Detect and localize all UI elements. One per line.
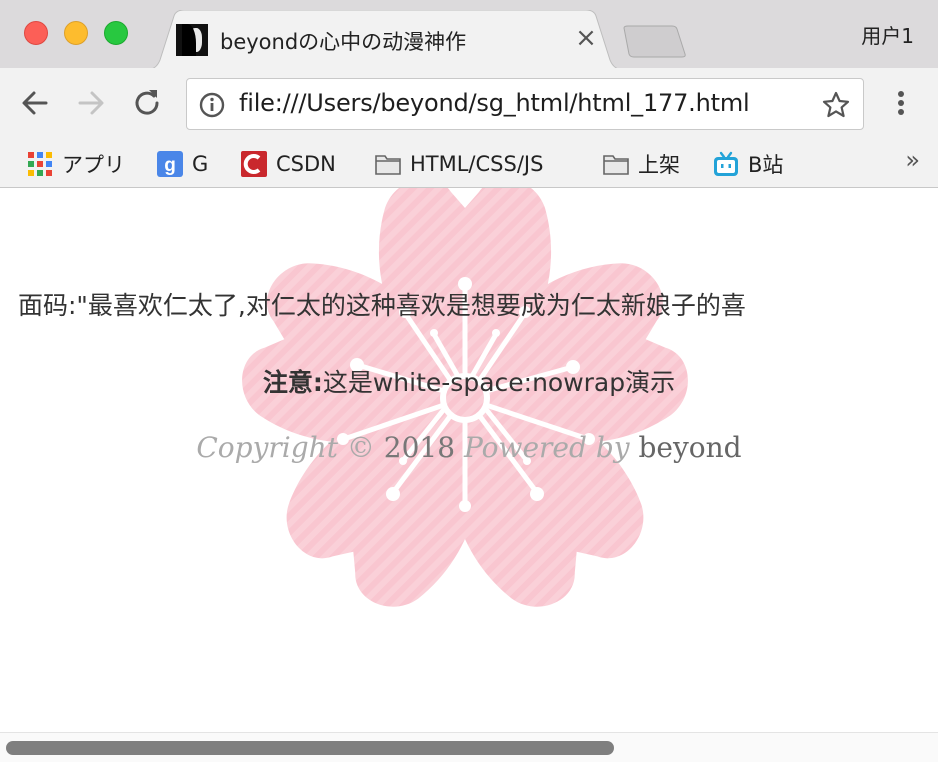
copyright-year: 2018 xyxy=(383,431,456,464)
bookmark-folder-html[interactable]: HTML/CSS/JS xyxy=(374,146,543,182)
tab-title: beyondの心中の动漫神作 xyxy=(220,30,467,54)
title-bar: beyondの心中の动漫神作 × 用户1 xyxy=(0,0,938,70)
note-line: 注意:这是white-space:nowrap演示 xyxy=(0,363,938,399)
window-zoom-button[interactable] xyxy=(104,21,128,45)
horizontal-scrollbar[interactable] xyxy=(0,732,938,762)
bookmark-csdn[interactable]: CSDN xyxy=(240,146,336,182)
copyright-prefix: Copyright © xyxy=(196,431,375,464)
page-content: 面码:"最喜欢仁太了,对仁太的这种喜欢是想要成为仁太新娘子的喜 注意:这是whi… xyxy=(0,188,938,732)
author-name: beyond xyxy=(638,431,742,464)
bookmark-apps[interactable]: アプリ xyxy=(26,146,125,182)
scrollbar-thumb[interactable] xyxy=(6,741,614,755)
apps-grid-icon xyxy=(28,152,52,176)
bookmarks-overflow-icon[interactable]: » xyxy=(905,146,920,174)
new-tab-button[interactable] xyxy=(622,24,686,58)
bookmark-label: 上架 xyxy=(638,153,680,177)
page-info-icon[interactable] xyxy=(199,92,225,118)
bookmark-label: B站 xyxy=(748,153,784,177)
copyright-line: Copyright © 2018 Powered by beyond xyxy=(0,431,938,464)
bookmark-star-icon[interactable] xyxy=(821,90,851,120)
svg-text:g: g xyxy=(164,155,176,176)
note-label: 注意: xyxy=(262,368,323,397)
google-search-icon: g xyxy=(157,151,183,177)
forward-arrow-icon[interactable] xyxy=(74,86,108,120)
bookmark-bilibili[interactable]: B站 xyxy=(712,146,783,182)
tab-favicon-icon xyxy=(176,24,208,56)
folder-icon xyxy=(375,155,401,175)
csdn-icon xyxy=(241,151,267,177)
folder-icon xyxy=(603,155,629,175)
powered-by-text: Powered by xyxy=(463,431,630,464)
url-text[interactable]: file:///Users/beyond/sg_html/html_177.ht… xyxy=(239,89,750,117)
bilibili-icon xyxy=(714,151,738,176)
window-minimize-button[interactable] xyxy=(64,21,88,45)
browser-toolbar: file:///Users/beyond/sg_html/html_177.ht… xyxy=(0,68,938,140)
kebab-menu-icon[interactable] xyxy=(886,86,916,120)
tab-active[interactable]: beyondの心中の动漫神作 × xyxy=(146,10,624,70)
profile-name[interactable]: 用户1 xyxy=(861,20,914,49)
tab-close-icon[interactable]: × xyxy=(574,24,598,52)
bookmark-folder-publish[interactable]: 上架 xyxy=(602,146,680,182)
bookmark-label: HTML/CSS/JS xyxy=(410,152,544,176)
bookmark-google[interactable]: g G xyxy=(156,146,208,182)
back-arrow-icon[interactable] xyxy=(18,86,52,120)
bookmarks-bar: アプリ g G CSDN HTML/CSS/JS 上架 B站 » xyxy=(0,140,938,188)
window-close-button[interactable] xyxy=(24,21,48,45)
bookmark-label: CSDN xyxy=(276,152,336,176)
quote-text: 面码:"最喜欢仁太了,对仁太的这种喜欢是想要成为仁太新娘子的喜 xyxy=(18,291,746,320)
reload-icon[interactable] xyxy=(130,86,164,120)
bookmark-label: アプリ xyxy=(62,153,125,177)
address-bar[interactable]: file:///Users/beyond/sg_html/html_177.ht… xyxy=(186,78,864,130)
note-text: 这是white-space:nowrap演示 xyxy=(322,368,676,397)
bookmark-label: G xyxy=(192,152,209,176)
